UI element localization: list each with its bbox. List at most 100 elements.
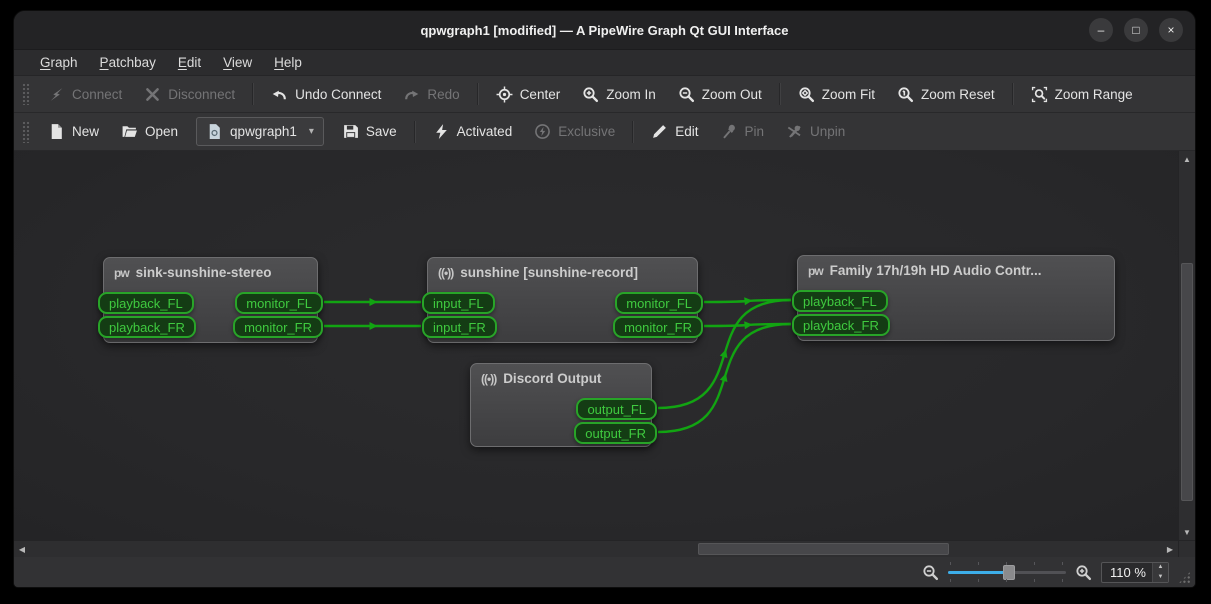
scroll-up-button[interactable]: ▲ [1179,151,1195,167]
node-header: ((•))Discord Output [471,364,651,386]
zoom-reset-button[interactable]: Zoom Reset [886,80,1006,108]
exclusive-button: Exclusive [523,118,626,146]
menu-help[interactable]: Help [264,53,312,72]
new-button[interactable]: New [37,118,110,146]
horizontal-scroll-thumb[interactable] [698,543,949,555]
menu-patchbay[interactable]: Patchbay [90,53,166,72]
port-sink-sunshine-stereo-monitor_FL[interactable]: monitor_FL [235,292,323,314]
redo-button: Redo [392,80,470,108]
connect-icon [48,86,65,103]
toolbar-label: Edit [675,124,698,139]
scroll-left-button[interactable]: ◀ [14,541,30,557]
scroll-right-button[interactable]: ▶ [1162,541,1178,557]
menu-edit[interactable]: Edit [168,53,211,72]
toolbar-label: Connect [72,87,122,102]
connection-sunshine-monitor-fl--family-audio-playback-fl[interactable] [704,300,791,302]
port-sunshine-monitor_FL[interactable]: monitor_FL [615,292,703,314]
node-sunshine[interactable]: ((•))sunshine [sunshine-record]input_FLi… [427,257,698,343]
node-title: Family 17h/19h HD Audio Contr... [830,263,1042,278]
toolbar-separator [632,121,634,143]
disconnect-button: Disconnect [133,80,246,108]
minimize-button[interactable]: – [1089,18,1113,42]
open-folder-icon [121,123,138,140]
center-button[interactable]: Center [485,80,572,108]
save-button[interactable]: Save [331,118,408,146]
toolbar-label: Pin [745,124,765,139]
slider-fill [948,571,1009,574]
slider-handle[interactable] [1003,565,1015,580]
zoom-in-icon[interactable] [1075,564,1092,581]
toolbar-label: Exclusive [558,124,615,139]
zoom-in-button[interactable]: Zoom In [571,80,667,108]
title-bar[interactable]: qpwgraph1 [modified] — A PipeWire Graph … [14,11,1195,50]
slider-ticks [950,579,1064,582]
toolbar-label: Zoom Reset [921,87,995,102]
toolbar-drag-handle[interactable] [22,83,30,105]
save-icon [342,123,359,140]
spin-up-button[interactable]: ▲ [1153,563,1168,573]
node-family-audio[interactable]: pwFamily 17h/19h HD Audio Contr...playba… [797,255,1115,341]
menu-view[interactable]: View [213,53,262,72]
menu-graph[interactable]: Graph [30,53,88,72]
wire-arrow [370,322,378,330]
zoom-fit-button[interactable]: Zoom Fit [787,80,886,108]
resize-grip[interactable] [1178,571,1191,584]
activated-button[interactable]: Activated [422,118,524,146]
toolbar-drag-handle[interactable] [22,121,30,143]
toolbar-label: Zoom Out [702,87,762,102]
zoom-fit-icon [798,86,815,103]
port-sink-sunshine-stereo-monitor_FR[interactable]: monitor_FR [233,316,323,338]
center-icon [496,86,513,103]
toolbar-main: Connect Disconnect Undo ConnectRedo Center Z… [14,76,1195,113]
toolbar-separator [779,83,781,105]
port-sunshine-input_FL[interactable]: input_FL [422,292,495,314]
zoom-spinbox[interactable]: 110 % ▲ ▼ [1101,562,1169,583]
zoom-slider[interactable] [948,562,1066,582]
media-node-icon: ((•)) [438,266,453,280]
vertical-scroll-thumb[interactable] [1181,263,1193,501]
port-discord-output-output_FL[interactable]: output_FL [576,398,657,420]
port-discord-output-output_FR[interactable]: output_FR [574,422,657,444]
wire-arrow [744,297,753,306]
port-sink-sunshine-stereo-playback_FL[interactable]: playback_FL [98,292,194,314]
zoom-out-icon[interactable] [922,564,939,581]
open-button[interactable]: Open [110,118,189,146]
toolbar-label: New [72,124,99,139]
disconnect-icon [144,86,161,103]
node-header: pw Family 17h/19h HD Audio Contr... [798,256,1114,278]
connection-sunshine-monitor-fr--family-audio-playback-fr[interactable] [704,324,791,326]
scrollbar-corner [1178,541,1195,557]
toolbar-label: Unpin [810,124,845,139]
toolbar-label: Zoom In [606,87,656,102]
toolbar-label: Activated [457,124,513,139]
maximize-button[interactable]: □ [1124,18,1148,42]
port-sunshine-monitor_FR[interactable]: monitor_FR [613,316,703,338]
horizontal-scrollbar[interactable]: ◀ ▶ [14,540,1195,557]
spin-down-button[interactable]: ▼ [1153,572,1168,582]
toolbar-label: Save [366,124,397,139]
patchbay-select-dropdown[interactable]: qpwgraph1▾ [196,117,324,146]
app-window: qpwgraph1 [modified] — A PipeWire Graph … [13,10,1196,588]
zoom-range-icon [1031,86,1048,103]
undo-icon [271,86,288,103]
zoom-range-button[interactable]: Zoom Range [1020,80,1144,108]
graph-canvas[interactable]: pwsink-sunshine-stereoplayback_FLplaybac… [14,151,1178,540]
edit-button[interactable]: Edit [640,118,709,146]
port-sink-sunshine-stereo-playback_FR[interactable]: playback_FR [98,316,196,338]
scroll-down-button[interactable]: ▼ [1179,524,1195,540]
node-sink-sunshine-stereo[interactable]: pwsink-sunshine-stereoplayback_FLplaybac… [103,257,318,343]
toolbar-label: Zoom Range [1055,87,1133,102]
close-button[interactable]: × [1159,18,1183,42]
vertical-scroll-track[interactable] [1179,167,1195,524]
vertical-scrollbar[interactable]: ▲ ▼ [1178,151,1195,540]
port-family-audio-playback_FL[interactable]: playback_FL [792,290,888,312]
node-discord-output[interactable]: ((•))Discord Outputoutput_FLoutput_FR [470,363,652,447]
exclusive-icon [534,123,551,140]
horizontal-scroll-track[interactable] [30,541,1162,557]
port-sunshine-input_FR[interactable]: input_FR [422,316,497,338]
zoom-out-button[interactable]: Zoom Out [667,80,773,108]
undo-connect-button[interactable]: Undo Connect [260,80,392,108]
port-family-audio-playback_FR[interactable]: playback_FR [792,314,890,336]
pipewire-icon: pw [808,264,823,278]
media-node-icon: ((•)) [481,372,496,386]
